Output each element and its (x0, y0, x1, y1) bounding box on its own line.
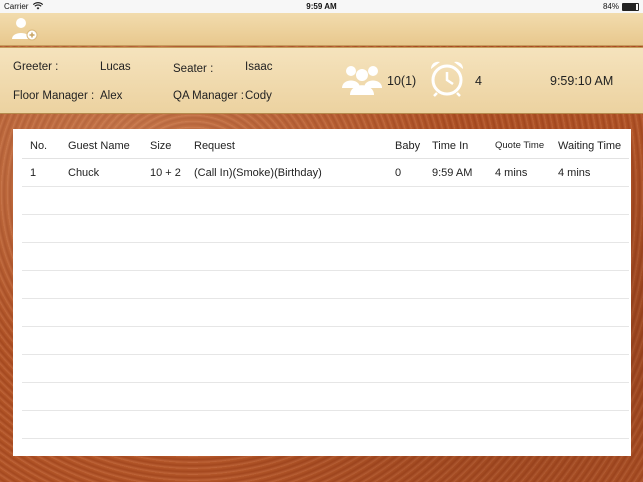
greeter-label: Greeter : (13, 61, 59, 73)
empty-row (22, 186, 629, 215)
battery-icon (622, 3, 639, 11)
cell-guest-name: Chuck (68, 158, 150, 187)
col-quote-time: Quote Time (495, 133, 558, 159)
col-time-in: Time In (432, 133, 495, 159)
qa-manager-label: QA Manager : (173, 90, 244, 102)
table-header-row: No. Guest Name Size Request Baby Time In… (22, 133, 629, 159)
cell-baby: 0 (395, 158, 432, 187)
waitlist-table: No. Guest Name Size Request Baby Time In… (22, 133, 629, 439)
staff-info-bar: Greeter : Lucas Seater : Isaac Floor Man… (0, 47, 643, 114)
greeter-value: Lucas (100, 61, 131, 73)
add-user-icon[interactable] (11, 17, 39, 41)
empty-row (22, 270, 629, 299)
cell-quote-time: 4 mins (495, 158, 558, 187)
col-size: Size (150, 133, 194, 159)
empty-row (22, 298, 629, 327)
status-time: 9:59 AM (306, 2, 337, 11)
clock-display: 9:59:10 AM (550, 74, 614, 88)
top-toolbar (0, 13, 643, 46)
empty-row (22, 242, 629, 271)
col-no: No. (22, 133, 68, 159)
cell-waiting-time: 4 mins (558, 158, 629, 187)
cell-request: (Call In)(Smoke)(Birthday) (194, 158, 395, 187)
qa-manager-value: Cody (245, 90, 272, 102)
floor-manager-label: Floor Manager : (13, 90, 95, 102)
cell-time-in: 9:59 AM (432, 158, 495, 187)
table-row[interactable]: 1 Chuck 10 + 2 (Call In)(Smoke)(Birthday… (22, 158, 629, 187)
col-request: Request (194, 133, 395, 159)
waitlist-panel: No. Guest Name Size Request Baby Time In… (13, 129, 631, 456)
empty-row (22, 214, 629, 243)
party-count: 10(1) (387, 74, 417, 88)
cell-no: 1 (22, 158, 68, 187)
col-baby: Baby (395, 133, 432, 159)
status-bar: Carrier 9:59 AM 84% (0, 0, 643, 13)
alarm-clock-icon (428, 59, 466, 97)
waiting-count: 4 (475, 74, 482, 88)
col-waiting-time: Waiting Time (558, 133, 629, 159)
col-guest-name: Guest Name (68, 133, 150, 159)
empty-row (22, 326, 629, 355)
empty-row (22, 410, 629, 439)
battery-percent: 84% (602, 2, 619, 11)
empty-row (22, 354, 629, 383)
people-icon (341, 62, 383, 96)
cell-size: 10 + 2 (150, 158, 194, 187)
seater-label: Seater : (173, 63, 214, 75)
empty-row (22, 382, 629, 411)
seater-value: Isaac (245, 61, 273, 73)
floor-manager-value: Alex (100, 90, 123, 102)
